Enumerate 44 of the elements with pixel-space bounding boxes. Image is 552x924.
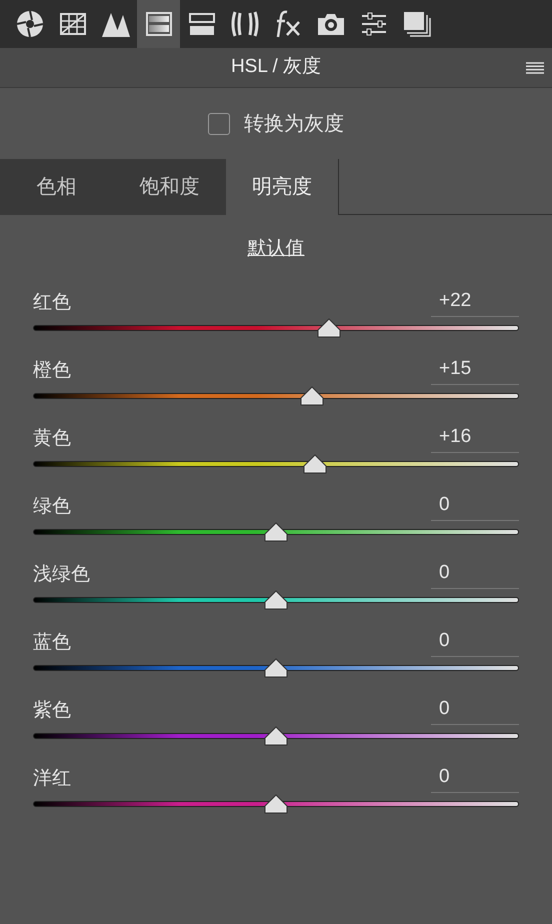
slider-thumb[interactable] — [264, 726, 288, 746]
channel-label: 绿色 — [33, 494, 71, 518]
slider[interactable] — [33, 454, 519, 474]
slider[interactable] — [33, 590, 519, 610]
value-field[interactable]: 0 — [431, 558, 519, 589]
tab[interactable]: 色相 — [0, 159, 113, 215]
slider[interactable] — [33, 386, 519, 406]
channel-label: 紫色 — [33, 698, 71, 722]
aperture-icon — [14, 9, 44, 39]
value-field[interactable]: +16 — [431, 422, 519, 453]
checkbox-label: 转换为灰度 — [244, 112, 344, 136]
panel-title: HSL / 灰度 — [230, 55, 322, 80]
grayscale-checkbox[interactable] — [208, 112, 230, 134]
channel-label: 橙色 — [33, 358, 71, 382]
value-field[interactable]: 0 — [431, 762, 519, 793]
slider[interactable] — [33, 522, 519, 542]
slider[interactable] — [33, 318, 519, 338]
tab[interactable]: 饱和度 — [113, 159, 226, 215]
value-field[interactable]: 0 — [431, 626, 519, 657]
slider-thumb[interactable] — [264, 522, 288, 542]
channel-label: 蓝色 — [33, 630, 71, 654]
slider-thumb[interactable] — [264, 658, 288, 678]
channel-label: 黄色 — [33, 426, 71, 450]
channel-label: 浅绿色 — [33, 562, 90, 586]
slider-thumb[interactable] — [302, 454, 327, 474]
slider[interactable] — [33, 658, 519, 678]
slider-thumb[interactable] — [300, 386, 324, 406]
value-field[interactable]: +15 — [431, 354, 519, 385]
slider[interactable] — [33, 726, 519, 746]
slider-thumb[interactable] — [264, 794, 288, 814]
slider-thumb[interactable] — [264, 590, 288, 610]
value-field[interactable]: 0 — [431, 694, 519, 725]
lens-icon — [230, 9, 260, 39]
menu-icon[interactable] — [526, 62, 544, 74]
stacked-pages-icon — [402, 9, 432, 39]
toolbar-button[interactable] — [137, 0, 180, 48]
channel-label: 红色 — [33, 290, 71, 314]
gradient-bars-icon — [144, 9, 174, 39]
channel-label: 洋红 — [33, 766, 71, 790]
value-field[interactable]: +22 — [431, 286, 519, 317]
default-link[interactable]: 默认值 — [248, 234, 304, 264]
slider-thumb[interactable] — [317, 318, 342, 338]
value-field[interactable]: 0 — [431, 490, 519, 521]
slider[interactable] — [33, 794, 519, 814]
